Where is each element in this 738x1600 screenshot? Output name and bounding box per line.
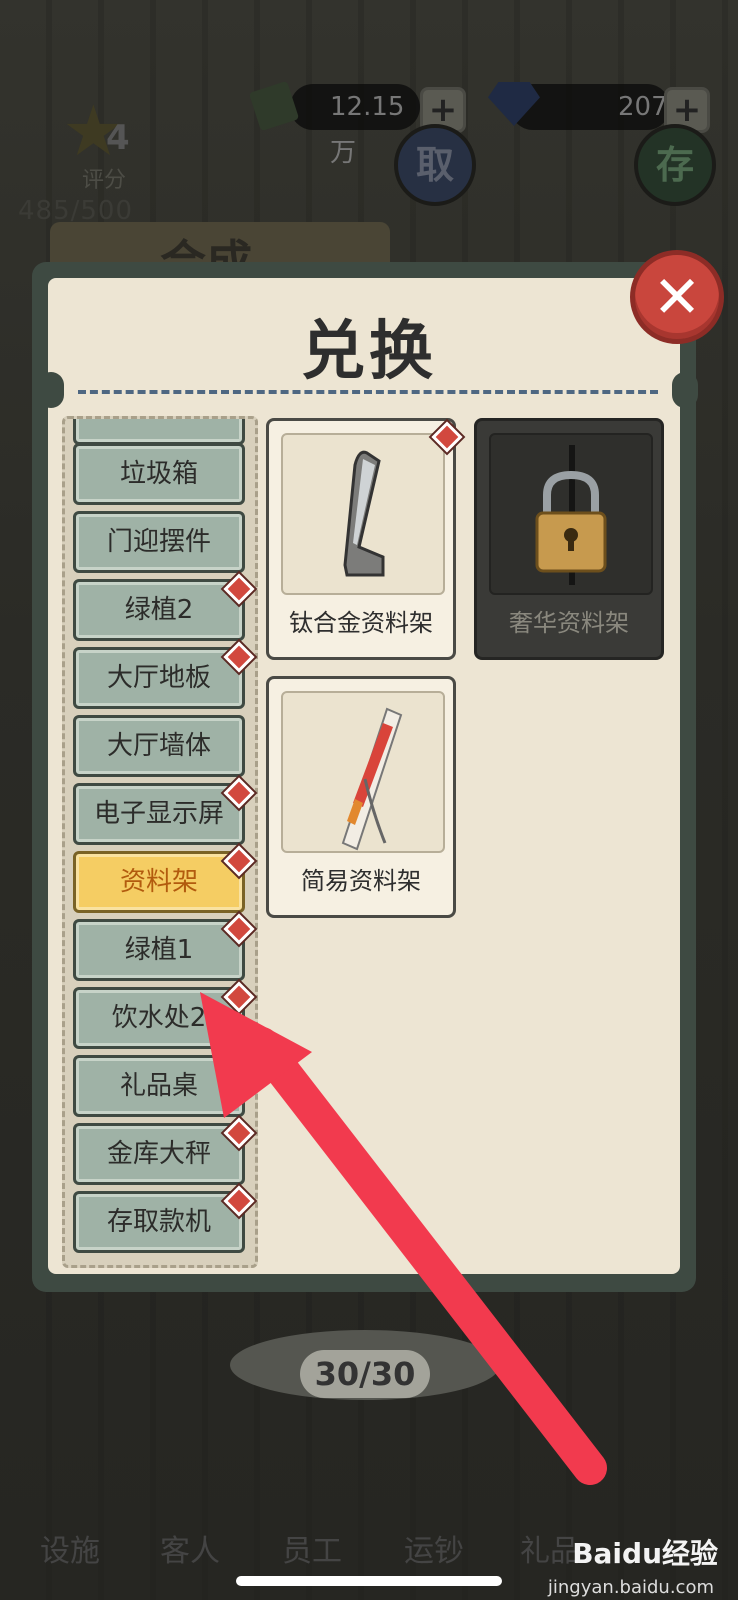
home-indicator[interactable] bbox=[236, 1576, 502, 1586]
watermark-brand: Baidu经验 bbox=[572, 1537, 718, 1570]
annotation-arrow-icon bbox=[200, 992, 607, 1485]
watermark-url: jingyan.baidu.com bbox=[547, 1577, 714, 1598]
